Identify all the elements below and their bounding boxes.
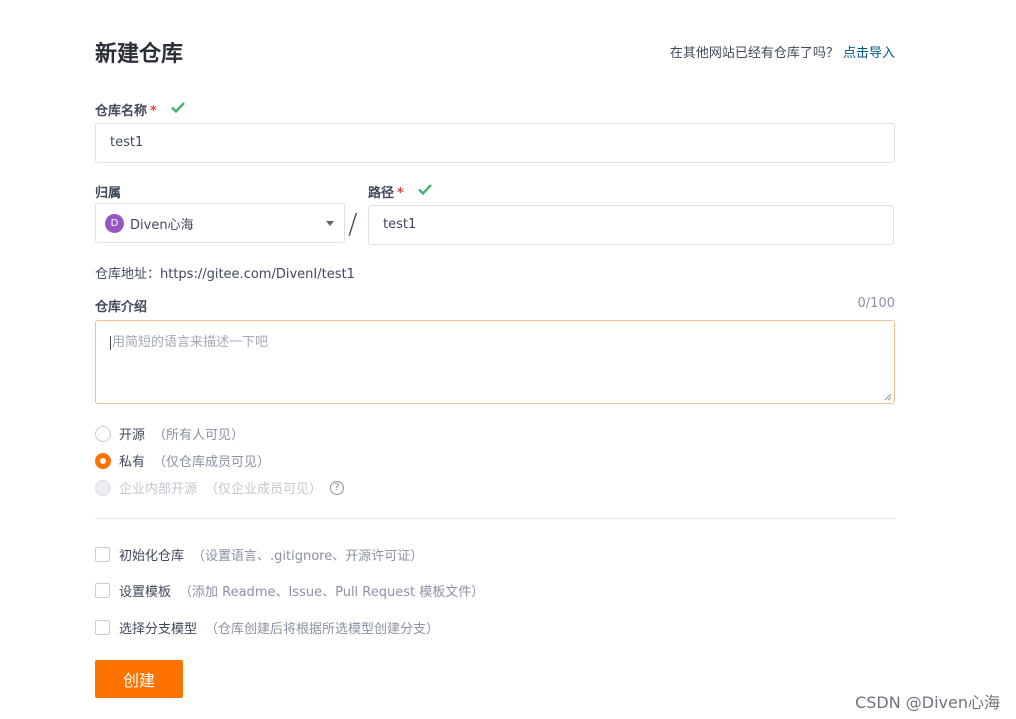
owner-selected-value: Diven心海 [130,217,194,233]
option-branch-model[interactable]: 选择分支模型 （仓库创建后将根据所选模型创建分支） [95,618,439,637]
checkbox[interactable] [95,620,110,635]
option-note: （添加 Readme、Issue、Pull Request 模板文件） [179,585,485,600]
path-separator: / [348,207,358,240]
radio-note: （所有人可见） [153,428,245,443]
path-input[interactable]: test1 [368,205,894,245]
text-cursor [110,335,111,350]
visibility-option-enterprise: 企业内部开源 （仅企业成员可见） ? [95,478,345,497]
import-link[interactable]: 点击导入 [843,46,895,61]
option-template[interactable]: 设置模板 （添加 Readme、Issue、Pull Request 模板文件） [95,581,484,600]
watermark: CSDN @Diven心海 [855,693,1000,712]
radio-button[interactable] [95,425,111,442]
avatar: D [105,213,124,233]
checkbox[interactable] [95,547,110,562]
option-note: （设置语言、.gitignore、开源许可证） [192,549,424,564]
repo-address: 仓库地址：https://gitee.com/DivenI/test1 [95,267,355,282]
import-prompt: 在其他网站已经有仓库了吗？ [669,46,839,61]
check-icon [171,102,186,117]
caret-down-icon [326,221,334,226]
option-label: 设置模板 [119,585,172,600]
description-counter: 0/100 [857,296,895,311]
radio-label: 私有 [119,455,146,470]
description-placeholder: 用简短的语言来描述一下吧 [112,335,269,350]
radio-label: 企业内部开源 [119,482,198,497]
path-label: 路径 * [368,182,433,201]
description-label: 仓库介绍 [95,300,148,315]
import-hint: 在其他网站已经有仓库了吗？ 点击导入 [670,42,895,61]
radio-label: 开源 [119,428,146,443]
question-circle-icon[interactable]: ? [330,480,345,495]
check-icon [418,184,433,199]
option-label: 初始化仓库 [119,549,185,564]
page-title: 新建仓库 [95,42,184,67]
required-mark: * [397,186,404,201]
option-label: 选择分支模型 [119,622,198,637]
radio-button [95,479,111,496]
radio-button[interactable] [95,452,111,469]
divider [95,518,895,519]
option-init-repo[interactable]: 初始化仓库 （设置语言、.gitignore、开源许可证） [95,545,423,564]
repo-name-input[interactable]: test1 [95,123,895,163]
resize-handle-icon[interactable] [884,393,892,401]
required-mark: * [150,104,157,119]
radio-note: （仅企业成员可见） [205,482,323,497]
repo-name-label-text: 仓库名称 [95,104,148,119]
create-button[interactable]: 创建 [95,660,183,698]
option-note: （仓库创建后将根据所选模型创建分支） [205,622,440,637]
radio-note: （仅仓库成员可见） [153,455,271,470]
visibility-option-private[interactable]: 私有 （仅仓库成员可见） [95,451,270,470]
path-label-text: 路径 [368,186,395,201]
owner-label: 归属 [95,186,122,201]
visibility-option-public[interactable]: 开源 （所有人可见） [95,424,244,443]
owner-select[interactable]: D Diven心海 [95,203,345,243]
description-textarea[interactable]: 用简短的语言来描述一下吧 [95,320,895,404]
repo-name-label: 仓库名称 * [95,100,186,119]
checkbox[interactable] [95,583,110,598]
